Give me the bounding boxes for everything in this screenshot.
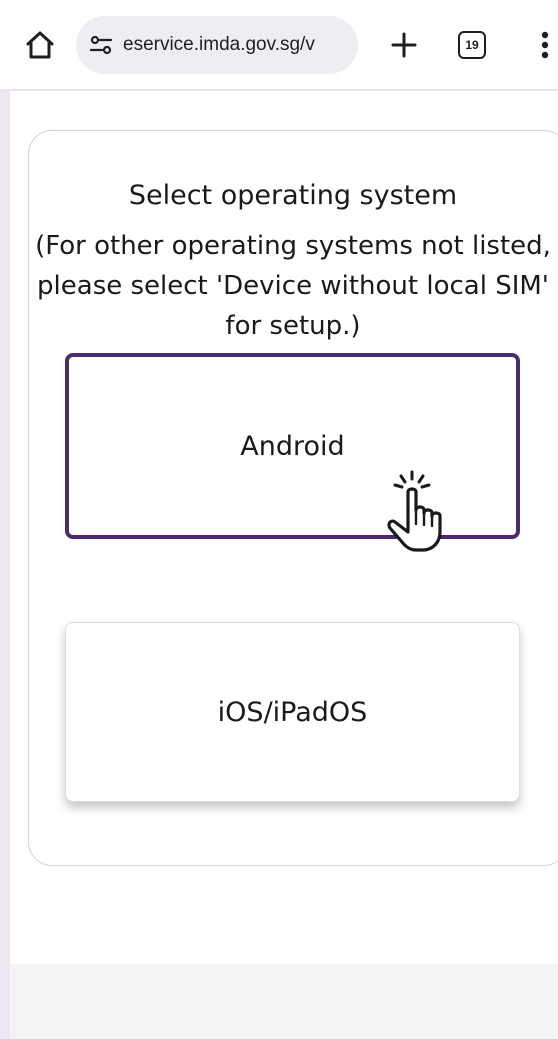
android-option-button[interactable]: Android [65,353,520,539]
tab-switcher-button[interactable]: 19 [458,31,486,59]
page-footer [10,964,558,1039]
site-settings-icon[interactable] [88,32,114,58]
ios-option-label: iOS/iPadOS [217,696,368,728]
browser-toolbar: eservice.imda.gov.sg/v 19 [0,0,558,90]
page-title: Select operating system [128,180,458,211]
page-subtitle: (For other operating systems not listed,… [35,231,551,341]
address-bar[interactable]: eservice.imda.gov.sg/v [76,16,358,74]
ios-option-button[interactable]: iOS/iPadOS [65,622,520,802]
url-text: eservice.imda.gov.sg/v [123,34,315,55]
tab-count: 19 [465,38,479,52]
pointer-hand-icon [387,470,442,552]
home-icon[interactable] [22,27,58,63]
plus-icon[interactable] [386,27,422,63]
more-vert-icon[interactable] [533,27,557,63]
android-option-label: Android [240,430,345,462]
